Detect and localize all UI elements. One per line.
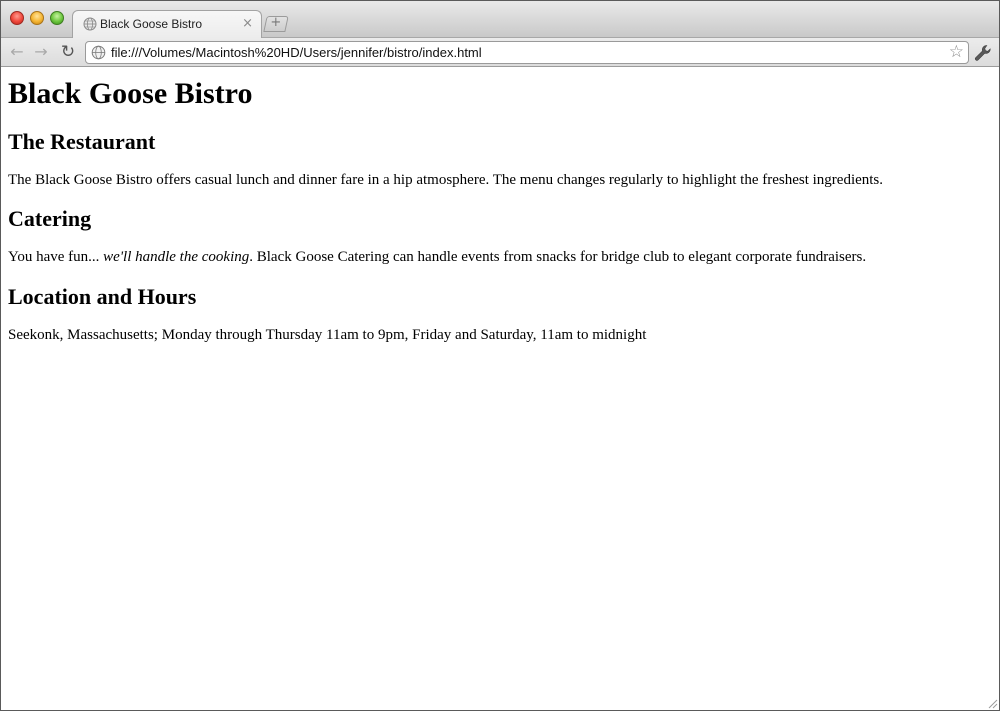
back-button[interactable]: ←: [8, 43, 26, 61]
page-viewport: Black Goose Bistro The Restaurant The Bl…: [1, 68, 999, 710]
toolbar: ← → ↻ file:///Volumes/Macintosh%20HD/Use…: [1, 38, 999, 67]
close-tab-icon[interactable]: ×: [242, 16, 253, 32]
paragraph-location: Seekonk, Massachusetts; Monday through T…: [8, 327, 647, 343]
reload-button[interactable]: ↻: [59, 43, 77, 61]
tab-title: Black Goose Bistro: [100, 17, 203, 31]
globe-icon: [83, 17, 97, 31]
paragraph-catering: You have fun... we'll handle the cooking…: [8, 249, 866, 266]
heading-restaurant: The Restaurant: [8, 129, 156, 154]
catering-text-before: You have fun...: [8, 249, 104, 265]
tab-active[interactable]: Black Goose Bistro ×: [72, 10, 262, 39]
catering-emphasis: we'll handle the cooking: [103, 249, 250, 265]
page-title: Black Goose Bistro: [8, 77, 253, 110]
browser-window: Black Goose Bistro × + ← → ↻ file:///Vol…: [0, 0, 1000, 711]
address-bar[interactable]: file:///Volumes/Macintosh%20HD/Users/jen…: [85, 41, 969, 64]
wrench-icon[interactable]: [974, 44, 992, 62]
resize-grip-icon[interactable]: [986, 697, 998, 709]
heading-catering: Catering: [8, 206, 92, 231]
url-text[interactable]: file:///Volumes/Macintosh%20HD/Users/jen…: [111, 45, 482, 60]
bookmark-star-icon[interactable]: ☆: [949, 42, 964, 63]
paragraph-restaurant: The Black Goose Bistro offers casual lun…: [8, 172, 884, 188]
close-window-button[interactable]: [10, 11, 24, 25]
page-icon: [91, 45, 106, 60]
zoom-window-button[interactable]: [50, 11, 64, 25]
forward-button[interactable]: →: [32, 43, 50, 61]
tab-strip: Black Goose Bistro × +: [1, 1, 999, 39]
plus-icon: +: [270, 15, 282, 30]
heading-location: Location and Hours: [8, 284, 197, 309]
catering-text-after: . Black Goose Catering can handle events…: [249, 249, 867, 265]
minimize-window-button[interactable]: [30, 11, 44, 25]
new-tab-button[interactable]: +: [263, 15, 289, 32]
